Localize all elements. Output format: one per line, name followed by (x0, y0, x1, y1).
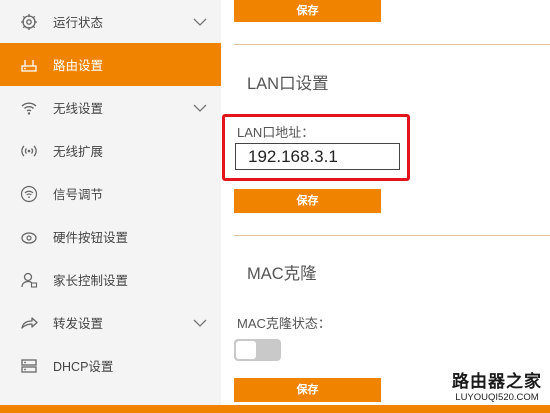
sidebar-item-label: 信号调节 (53, 188, 104, 202)
mac-section-title: MAC克隆 (247, 265, 317, 283)
sidebar-item-label: 硬件按钮设置 (53, 231, 129, 245)
router-icon (20, 56, 38, 74)
sidebar-nav: 运行状态 路由设置 无线设置 无线扩展 信号调节 硬件按钮设置 家长控制设置 转… (0, 0, 221, 413)
sidebar-item-dhcp[interactable]: DHCP设置 (0, 344, 221, 387)
chevron-down-icon (193, 104, 207, 112)
mac-clone-toggle[interactable] (234, 339, 281, 361)
signal-extend-icon (20, 142, 38, 160)
sidebar-item-wireless-extension[interactable]: 无线扩展 (0, 129, 221, 172)
chevron-down-icon (193, 18, 207, 26)
mac-save-button[interactable]: 保存 (234, 378, 381, 402)
power-button-icon (20, 228, 38, 246)
server-icon (20, 357, 38, 375)
watermark-sub-text: LUYOUQI520.COM (455, 392, 539, 403)
save-button-top[interactable]: 保存 (234, 0, 381, 22)
sidebar-item-label: 无线设置 (53, 102, 104, 116)
sidebar-item-parental-control[interactable]: 家长控制设置 (0, 258, 221, 301)
signal-adjust-icon (20, 185, 38, 203)
forward-arrow-icon (20, 314, 38, 332)
sidebar-item-hardware-button[interactable]: 硬件按钮设置 (0, 215, 221, 258)
sidebar-item-signal-adjust[interactable]: 信号调节 (0, 172, 221, 215)
watermark-logo: 路由器之家 LUYOUQI520.COM (446, 372, 548, 404)
divider (234, 44, 550, 45)
toggle-knob (236, 341, 256, 359)
wifi-icon (20, 99, 38, 117)
sidebar-item-label: 转发设置 (53, 317, 104, 331)
gear-icon (20, 13, 38, 31)
lan-save-button[interactable]: 保存 (234, 189, 381, 213)
sidebar-item-label: 家长控制设置 (53, 274, 129, 288)
sidebar-item-label: 运行状态 (53, 16, 104, 30)
chevron-down-icon (193, 319, 207, 327)
sidebar-item-label: DHCP设置 (53, 360, 114, 374)
sidebar-item-label: 路由设置 (53, 59, 104, 73)
sidebar-item-label: 无线扩展 (53, 145, 104, 159)
bottom-accent-bar (0, 405, 550, 413)
lan-section-title: LAN口设置 (247, 75, 329, 93)
sidebar-item-forwarding[interactable]: 转发设置 (0, 301, 221, 344)
sidebar-item-running-status[interactable]: 运行状态 (0, 0, 221, 43)
highlight-box (222, 114, 410, 181)
divider (234, 235, 550, 236)
parental-user-icon (20, 271, 38, 289)
sidebar-item-router-settings[interactable]: 路由设置 (0, 43, 221, 86)
sidebar-item-wireless-settings[interactable]: 无线设置 (0, 86, 221, 129)
mac-status-label: MAC克隆状态： (237, 316, 331, 331)
main-content: 保存 LAN口设置 LAN口地址： 保存 MAC克隆 MAC克隆状态： 保存 (221, 0, 550, 413)
watermark-main-text: 路由器之家 (452, 372, 542, 391)
